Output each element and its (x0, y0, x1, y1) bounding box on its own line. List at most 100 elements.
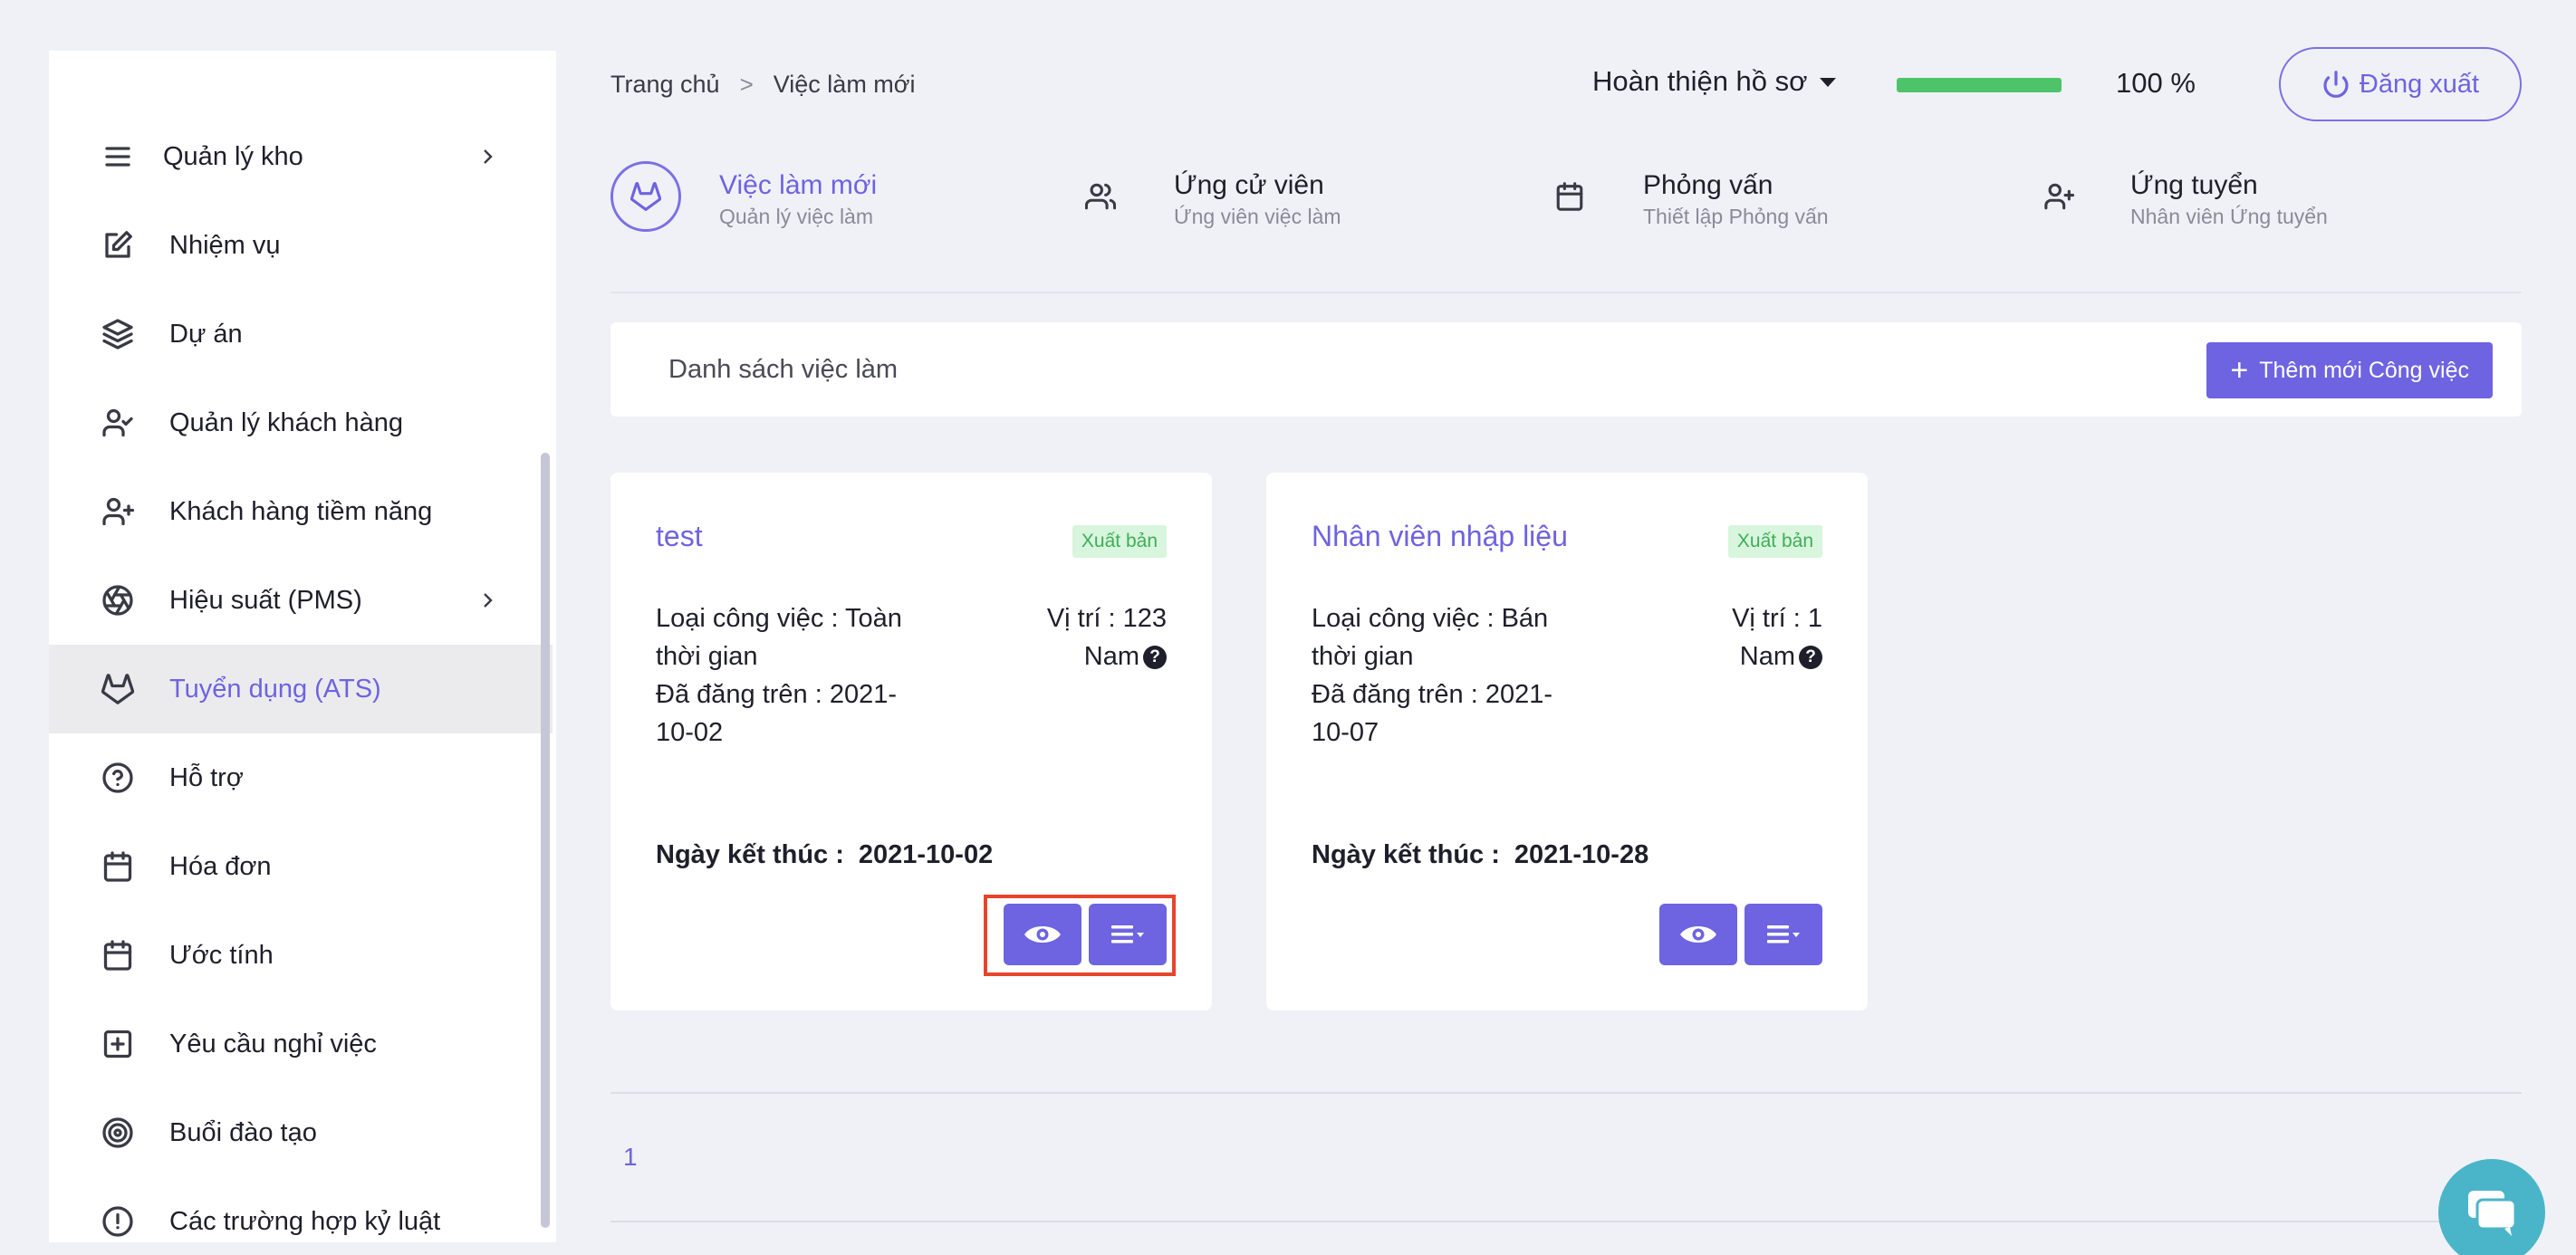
gitlab-icon (610, 161, 681, 232)
job-type: Loại công việc : Toàn (656, 604, 902, 633)
view-button[interactable] (1659, 904, 1737, 965)
chat-widget-button[interactable] (2438, 1159, 2545, 1255)
calendar-icon (1534, 161, 1605, 232)
job-title[interactable]: Nhân viên nhập liệu (1312, 520, 1568, 553)
job-type: Loại công việc : Bán (1312, 604, 1549, 633)
logout-label: Đăng xuất (2359, 69, 2480, 99)
sidebar-item-label: Các trường hợp kỷ luật (169, 1206, 441, 1236)
pagination-page-1[interactable]: 1 (623, 1143, 638, 1172)
menu-dropdown-button[interactable] (1089, 904, 1167, 965)
caret-down-icon (1820, 78, 1837, 87)
user-check-icon (100, 405, 136, 441)
edit-icon (100, 227, 136, 263)
add-job-label: Thêm mới Công việc (2259, 357, 2469, 383)
sidebar-item-invoices[interactable]: Hóa đơn (49, 822, 553, 911)
job-details: Loại công việc : Toàn thời gian Đã đăng … (656, 599, 928, 752)
panel-title: Danh sách việc làm (668, 355, 899, 384)
sidebar: Quản lý kho Nhiệm vụ Dự án Quản lý khách… (49, 51, 556, 1242)
job-gender: Nam? (1732, 637, 1822, 675)
sidebar-item-label: Tuyển dụng (ATS) (169, 674, 381, 704)
job-position-count: Vị trí : 1 (1732, 604, 1822, 633)
tab-title: Phỏng vấn (1643, 170, 1773, 200)
progress-fill (1897, 78, 2062, 92)
sidebar-item-label: Yêu cầu nghỉ việc (169, 1029, 377, 1059)
sidebar-item-label: Quản lý kho (163, 141, 303, 171)
menu-dropdown-button[interactable] (1745, 904, 1822, 965)
chat-icon (2468, 1191, 2517, 1236)
end-date-value: 2021-10-28 (1514, 840, 1649, 869)
logout-button[interactable]: Đăng xuất (2279, 47, 2522, 121)
job-posted: Đã đăng trên : 2021- (1312, 680, 1553, 709)
job-title[interactable]: test (656, 520, 703, 553)
help-circle-icon (100, 760, 136, 796)
calendar-icon (100, 937, 136, 973)
profile-dropdown-label: Hoàn thiện hồ sơ (1592, 65, 1808, 97)
sidebar-item-estimates[interactable]: Ước tính (49, 911, 553, 1000)
sidebar-item-label: Hóa đơn (169, 851, 272, 881)
question-icon[interactable]: ? (1143, 646, 1167, 670)
question-icon[interactable]: ? (1799, 646, 1822, 670)
sidebar-item-label: Hỗ trợ (169, 762, 244, 792)
sidebar-item-label: Buổi đào tạo (169, 1117, 317, 1147)
menu-icon (1111, 925, 1144, 944)
job-posted-cont: 10-02 (656, 718, 724, 747)
sidebar-item-label: Ước tính (169, 940, 274, 970)
plus-square-icon (100, 1026, 136, 1062)
sidebar-item-resignation[interactable]: Yêu cầu nghỉ việc (49, 1000, 553, 1088)
chevron-right-icon (476, 589, 498, 611)
sidebar-item-discipline[interactable]: Các trường hợp kỷ luật (49, 1177, 553, 1242)
job-position: Vị trí : 123 Nam? (1047, 599, 1167, 675)
divider (610, 292, 2522, 293)
sidebar-item-label: Khách hàng tiềm năng (169, 496, 433, 526)
breadcrumb: Trang chủ > Việc làm mới (610, 71, 916, 99)
job-card: Nhân viên nhập liệu Xuất bản Loại công v… (1266, 473, 1868, 1011)
tab-candidates[interactable]: Ứng cử viên Ứng viên việc làm (1065, 154, 1446, 244)
progress-percentage: 100 % (2116, 67, 2196, 99)
sidebar-item-customers[interactable]: Quản lý khách hàng (49, 378, 553, 467)
job-gender: Nam? (1047, 637, 1167, 675)
job-gender-label: Nam (1739, 642, 1795, 671)
job-list-header: Danh sách việc làm + Thêm mới Công việc (610, 322, 2522, 417)
divider (610, 1221, 2522, 1222)
sidebar-item-training[interactable]: Buổi đào tạo (49, 1088, 553, 1177)
sidebar-item-support[interactable]: Hỗ trợ (49, 733, 553, 822)
job-actions (1004, 904, 1167, 965)
sidebar-item-tasks[interactable]: Nhiệm vụ (49, 201, 553, 290)
tab-subtitle: Quản lý việc làm (719, 205, 874, 228)
job-type-cont: thời gian (656, 642, 758, 671)
tab-interviews[interactable]: Phỏng vấn Thiết lập Phỏng vấn (1534, 154, 1915, 244)
job-position-count: Vị trí : 123 (1046, 604, 1167, 633)
add-job-button[interactable]: + Thêm mới Công việc (2206, 342, 2493, 398)
eye-icon (1680, 926, 1716, 943)
job-details: Loại công việc : Bán thời gian Đã đăng t… (1312, 599, 1583, 752)
tab-subtitle: Ứng viên việc làm (1174, 205, 1341, 228)
job-posted: Đã đăng trên : 2021- (656, 680, 898, 709)
users-icon (1065, 161, 1136, 232)
sidebar-item-label: Dự án (169, 319, 243, 349)
sidebar-item-label: Nhiệm vụ (169, 230, 281, 260)
profile-progress-bar (1897, 78, 2062, 92)
calendar-icon (100, 848, 136, 885)
breadcrumb-separator: > (739, 71, 754, 98)
job-actions (1659, 904, 1822, 965)
tab-new-jobs[interactable]: Việc làm mới Quản lý việc làm (610, 154, 991, 244)
power-icon (2323, 71, 2349, 98)
list-icon (100, 139, 136, 175)
user-plus-icon (100, 493, 136, 530)
sidebar-scrollbar[interactable] (541, 453, 550, 1228)
sidebar-item-leads[interactable]: Khách hàng tiềm năng (49, 467, 553, 556)
job-type-cont: thời gian (1312, 642, 1414, 671)
sidebar-item-warehouse[interactable]: Quản lý kho (49, 112, 553, 201)
job-card: test Xuất bản Loại công việc : Toàn thời… (610, 473, 1212, 1011)
breadcrumb-current: Việc làm mới (773, 71, 916, 98)
view-button[interactable] (1004, 904, 1081, 965)
tab-subtitle: Nhân viên Ứng tuyển (2130, 205, 2328, 228)
breadcrumb-home[interactable]: Trang chủ (610, 71, 720, 99)
tab-applications[interactable]: Ứng tuyển Nhân viên Ứng tuyển (2023, 154, 2422, 244)
profile-completion-dropdown[interactable]: Hoàn thiện hồ sơ (1592, 65, 1837, 98)
job-gender-label: Nam (1083, 642, 1139, 671)
sidebar-item-performance[interactable]: Hiệu suất (PMS) (49, 556, 553, 645)
sidebar-item-projects[interactable]: Dự án (49, 290, 553, 378)
sidebar-item-recruitment[interactable]: Tuyển dụng (ATS) (49, 645, 553, 733)
layers-icon (100, 316, 136, 352)
